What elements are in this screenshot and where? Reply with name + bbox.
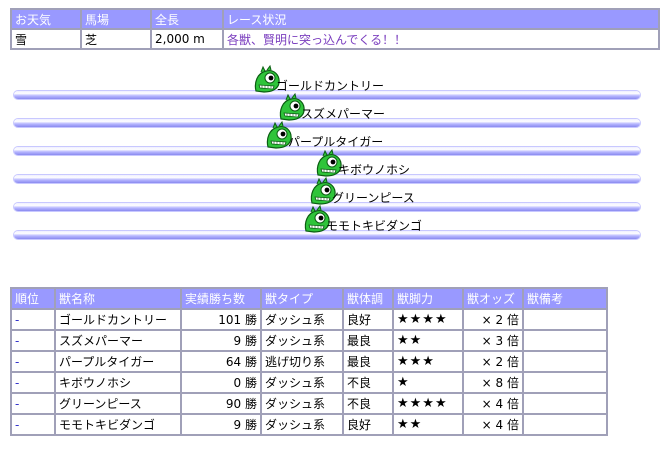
col-wins: 実績勝ち数 xyxy=(182,289,260,308)
runner-odds-cell: × 3 倍 xyxy=(464,331,522,350)
track-value: 芝 xyxy=(82,30,150,48)
power-stars-cell: ★★ xyxy=(394,331,462,350)
runner-odds-cell: × 8 倍 xyxy=(464,373,522,392)
runner-condition-cell: 良好 xyxy=(344,310,392,329)
table-row: - スズメパーマー 9 勝ダッシュ系 最良 ★★ × 3 倍 xyxy=(12,331,606,350)
race-info-table: お天気 馬場 全長 レース状況 雪 芝 2,000 m 各獣、賢明に突っ込んでく… xyxy=(10,8,660,50)
runner-name-cell: ゴールドカントリー xyxy=(56,310,180,329)
runner-note-cell xyxy=(524,394,606,413)
runner-odds-cell: × 4 倍 xyxy=(464,415,522,434)
runner-note-cell xyxy=(524,331,606,350)
rank-link[interactable]: - xyxy=(15,334,19,348)
runner-label: スズメパーマー xyxy=(301,107,386,121)
header-status: レース状況 xyxy=(224,10,658,28)
col-rank: 順位 xyxy=(12,289,54,308)
runner-type-cell: ダッシュ系 xyxy=(262,331,342,350)
runner-note-cell xyxy=(524,415,606,434)
table-row: - グリーンピース 90 勝ダッシュ系 不良 ★★★★ × 4 倍 xyxy=(12,394,606,413)
runner-label: ゴールドカントリー xyxy=(276,79,385,93)
col-type: 獣タイプ xyxy=(262,289,342,308)
rank-link[interactable]: - xyxy=(15,418,19,432)
win-count-cell: 9 勝 xyxy=(182,415,260,434)
table-row: - ゴールドカントリー 101 勝ダッシュ系 良好 ★★★★ × 2 倍 xyxy=(12,310,606,329)
runner-name-cell: スズメパーマー xyxy=(56,331,180,350)
runner-type-cell: ダッシュ系 xyxy=(262,310,342,329)
runner-type-cell: ダッシュ系 xyxy=(262,373,342,392)
rank-link-cell: - xyxy=(12,310,54,329)
power-stars-cell: ★★ xyxy=(394,415,462,434)
runner-type-cell: ダッシュ系 xyxy=(262,415,342,434)
rank-link[interactable]: - xyxy=(15,376,19,390)
runner-label: モモトキビダンゴ xyxy=(326,219,423,233)
header-track: 馬場 xyxy=(82,10,150,28)
win-count-cell: 9 勝 xyxy=(182,331,260,350)
header-distance: 全長 xyxy=(152,10,222,28)
runner-condition-cell: 不良 xyxy=(344,394,392,413)
runner-condition-cell: 不良 xyxy=(344,373,392,392)
rank-link-cell: - xyxy=(12,415,54,434)
weather-value: 雪 xyxy=(12,30,80,48)
runner-condition-cell: 良好 xyxy=(344,415,392,434)
col-note: 獣備考 xyxy=(524,289,606,308)
table-row: - モモトキビダンゴ 9 勝ダッシュ系 良好 ★★ × 4 倍 xyxy=(12,415,606,434)
table-header-row: 順位 獣名称 実績勝ち数 獣タイプ 獣体調 獣脚力 獣オッズ 獣備考 xyxy=(12,289,606,308)
runner-condition-cell: 最良 xyxy=(344,331,392,350)
header-weather: お天気 xyxy=(12,10,80,28)
runner-type-cell: ダッシュ系 xyxy=(262,394,342,413)
win-count-cell: 0 勝 xyxy=(182,373,260,392)
runner-name-cell: パープルタイガー xyxy=(56,352,180,371)
distance-value: 2,000 m xyxy=(152,30,222,48)
win-count-cell: 64 勝 xyxy=(182,352,260,371)
col-name: 獣名称 xyxy=(56,289,180,308)
rank-link-cell: - xyxy=(12,373,54,392)
runner-type-cell: 逃げ切り系 xyxy=(262,352,342,371)
table-row: - パープルタイガー 64 勝逃げ切り系 最良 ★★★ × 2 倍 xyxy=(12,352,606,371)
runner-label: パープルタイガー xyxy=(288,135,384,149)
runner-odds-cell: × 2 倍 xyxy=(464,352,522,371)
rank-link[interactable]: - xyxy=(15,313,19,327)
rank-link[interactable]: - xyxy=(15,397,19,411)
rank-link-cell: - xyxy=(12,331,54,350)
runner-label: グリーンピース xyxy=(332,191,415,205)
power-stars-cell: ★★★★ xyxy=(394,310,462,329)
runner-condition-cell: 最良 xyxy=(344,352,392,371)
race-status-text: 各獣、賢明に突っ込んでくる！！ xyxy=(224,30,658,48)
runner-note-cell xyxy=(524,310,606,329)
runner-name-cell: モモトキビダンゴ xyxy=(56,415,180,434)
runner-note-cell xyxy=(524,373,606,392)
power-stars-cell: ★ xyxy=(394,373,462,392)
col-power: 獣脚力 xyxy=(394,289,462,308)
runner-name-cell: グリーンピース xyxy=(56,394,180,413)
win-count-cell: 101 勝 xyxy=(182,310,260,329)
col-condition: 獣体調 xyxy=(344,289,392,308)
runner-name-cell: キボウノホシ xyxy=(56,373,180,392)
table-row: - キボウノホシ 0 勝ダッシュ系 不良 ★ × 8 倍 xyxy=(12,373,606,392)
col-odds: 獣オッズ xyxy=(464,289,522,308)
rank-link-cell: - xyxy=(12,352,54,371)
runner-odds-cell: × 4 倍 xyxy=(464,394,522,413)
runner-note-cell xyxy=(524,352,606,371)
runner-table: 順位 獣名称 実績勝ち数 獣タイプ 獣体調 獣脚力 獣オッズ 獣備考 - ゴールド… xyxy=(10,287,608,436)
win-count-cell: 90 勝 xyxy=(182,394,260,413)
rank-link-cell: - xyxy=(12,394,54,413)
power-stars-cell: ★★★ xyxy=(394,352,462,371)
rank-link[interactable]: - xyxy=(15,355,19,369)
runner-odds-cell: × 2 倍 xyxy=(464,310,522,329)
power-stars-cell: ★★★★ xyxy=(394,394,462,413)
runner-label: キボウノホシ xyxy=(338,163,411,177)
